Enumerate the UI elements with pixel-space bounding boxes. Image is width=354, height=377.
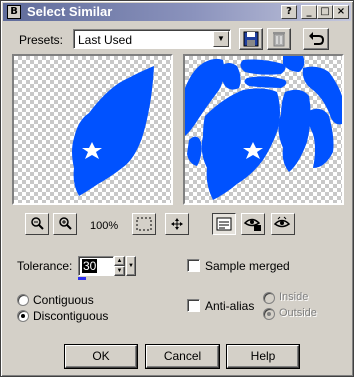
pan-button[interactable] (165, 213, 189, 235)
tolerance-slider-indicator (78, 277, 86, 280)
presets-dropdown[interactable]: Last Used ▼ (73, 29, 231, 49)
proof-toggle-button[interactable] (212, 213, 236, 235)
select-area-button[interactable] (132, 213, 156, 235)
chevron-down-icon[interactable]: ▼ (213, 31, 229, 47)
reset-button[interactable] (303, 28, 329, 50)
presets-label: Presets: (19, 33, 64, 47)
cancel-button[interactable]: Cancel (146, 345, 219, 368)
lock-preview-button[interactable] (241, 213, 265, 235)
zoom-out-icon (31, 217, 44, 230)
discontiguous-radio[interactable] (17, 310, 29, 322)
zoom-in-button[interactable] (53, 213, 77, 235)
window-title: Select Similar (27, 4, 113, 19)
proof-icon (216, 217, 232, 231)
contiguous-radio[interactable] (17, 294, 29, 306)
zoom-level: 100% (90, 220, 119, 232)
inside-radio[interactable] (263, 292, 275, 304)
auto-proof-button[interactable] (271, 213, 295, 235)
select-similar-dialog: B Select Similar ? _ □ × Presets: Last U… (0, 0, 354, 377)
tolerance-increase[interactable]: ▲ (114, 256, 125, 266)
tolerance-slider-dropdown[interactable]: ▼ (126, 256, 136, 276)
lock-preview-icon (243, 218, 261, 231)
outside-label: Outside (279, 307, 317, 319)
presets-value: Last Used (78, 33, 133, 47)
zoom-in-icon (59, 217, 72, 230)
original-preview-image (72, 66, 154, 196)
zoom-out-button[interactable] (25, 213, 49, 235)
anti-alias-label: Anti-alias (205, 299, 255, 313)
reset-icon (309, 32, 325, 45)
outside-radio[interactable] (263, 308, 275, 320)
inside-label: Inside (279, 291, 309, 303)
delete-preset-icon (273, 32, 285, 47)
result-preview-image (185, 56, 342, 200)
maximize-button[interactable]: □ (317, 5, 333, 19)
contiguous-label: Contiguous (33, 293, 94, 307)
anti-alias-checkbox[interactable] (187, 299, 200, 312)
title-bar[interactable]: B Select Similar ? _ □ × (3, 3, 351, 21)
help-button[interactable]: Help (227, 345, 299, 368)
tolerance-label: Tolerance: (17, 259, 73, 273)
delete-preset-button[interactable] (267, 28, 291, 50)
close-button[interactable]: × (333, 5, 349, 19)
sample-merged-checkbox[interactable] (187, 259, 200, 272)
tolerance-decrease[interactable]: ▼ (114, 266, 125, 276)
ok-button[interactable]: OK (65, 345, 137, 368)
help-title-button[interactable]: ? (281, 5, 297, 19)
original-preview[interactable] (12, 54, 173, 205)
save-preset-button[interactable] (239, 28, 263, 50)
tolerance-input[interactable]: 30 (78, 256, 114, 276)
discontiguous-label: Discontiguous (33, 309, 109, 323)
minimize-button[interactable]: _ (301, 5, 317, 19)
app-icon: B (7, 5, 21, 19)
save-preset-icon (243, 31, 259, 47)
auto-proof-icon (273, 216, 291, 228)
tolerance-value: 30 (82, 259, 98, 273)
pan-icon (171, 218, 183, 230)
sample-merged-label: Sample merged (205, 259, 290, 273)
select-area-icon (136, 217, 152, 231)
result-preview[interactable] (183, 54, 344, 205)
